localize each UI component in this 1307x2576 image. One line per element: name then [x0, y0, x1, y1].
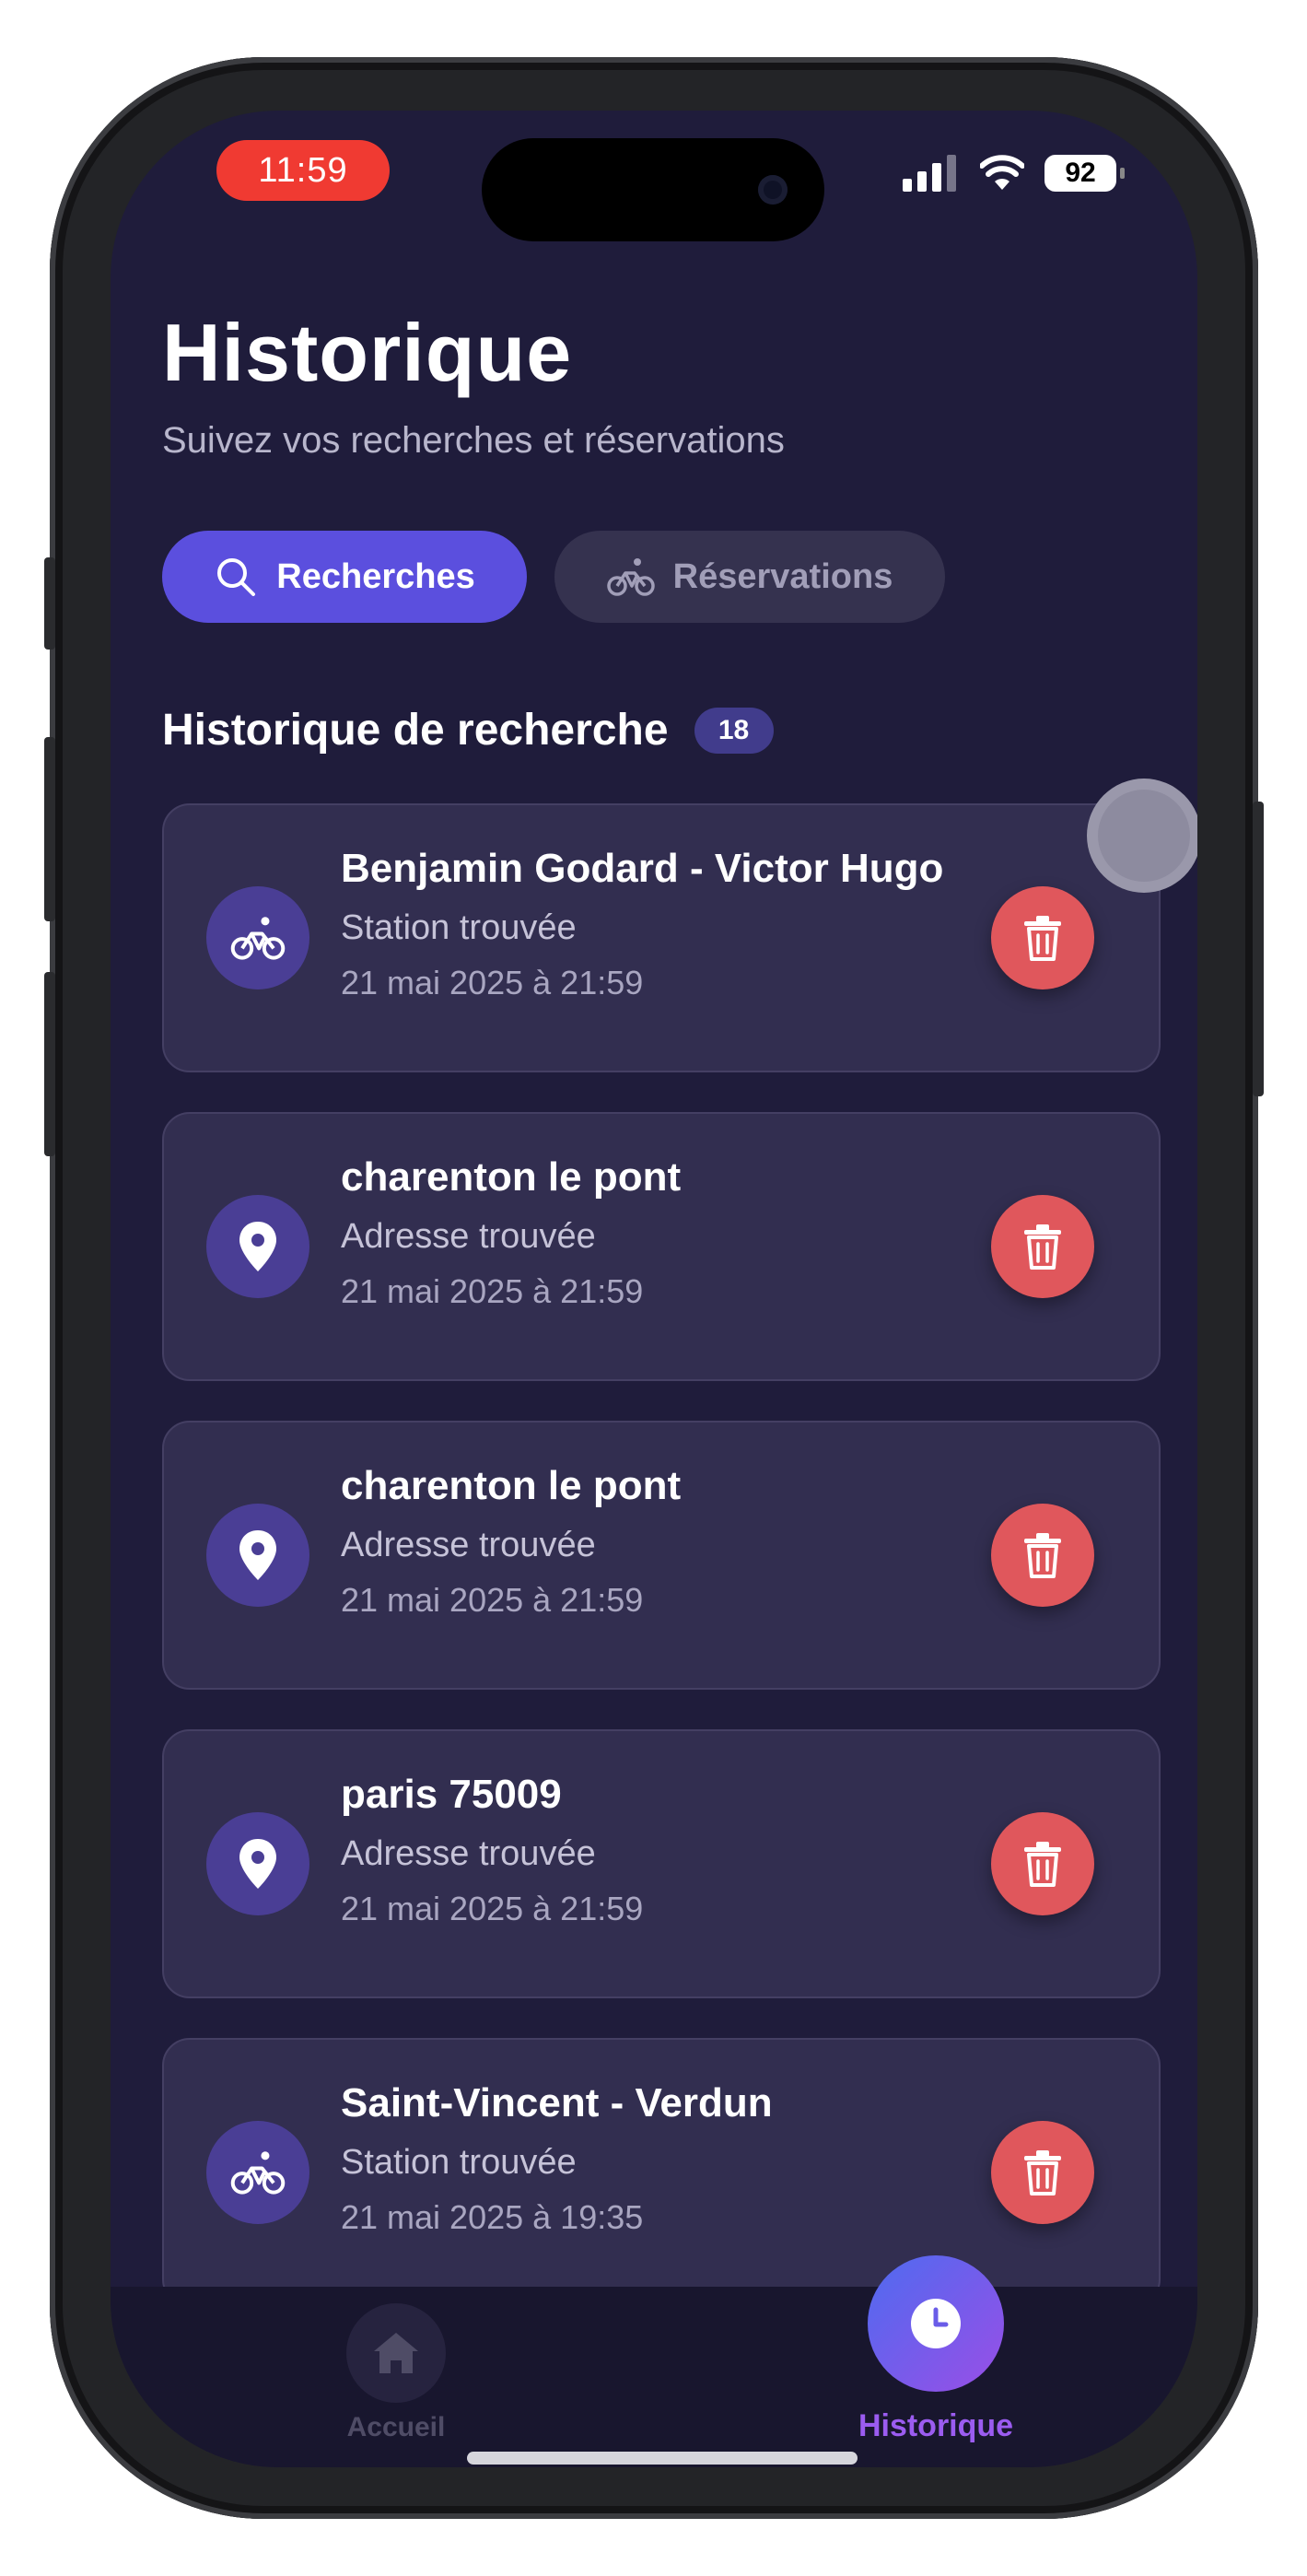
- bike-icon: [206, 886, 309, 989]
- signal-icon: [903, 155, 956, 192]
- history-item-date: 21 mai 2025 à 21:59: [341, 1272, 644, 1310]
- delete-button[interactable]: [991, 2121, 1094, 2224]
- location-pin-icon: [206, 1195, 309, 1298]
- touch-indicator: [1087, 779, 1197, 893]
- delete-button[interactable]: [991, 1812, 1094, 1915]
- camera-icon: [758, 175, 788, 205]
- app-screen: 11:59 92 Historique Suivez vos recherche…: [111, 111, 1197, 2467]
- history-item-date: 21 mai 2025 à 19:35: [341, 2198, 644, 2236]
- history-item-status: Adresse trouvée: [341, 1217, 596, 1256]
- history-item[interactable]: paris 75009 Adresse trouvée 21 mai 2025 …: [162, 1729, 1161, 1998]
- section-title-text: Historique de recherche: [162, 706, 669, 755]
- history-item-title: paris 75009: [341, 1772, 562, 1817]
- delete-button[interactable]: [991, 1504, 1094, 1607]
- history-item-date: 21 mai 2025 à 21:59: [341, 964, 644, 1001]
- count-badge: 18: [694, 707, 774, 754]
- trash-icon: [1024, 2150, 1061, 2195]
- history-item[interactable]: Benjamin Godard - Victor Hugo Station tr…: [162, 803, 1161, 1072]
- location-pin-icon: [206, 1504, 309, 1607]
- trash-icon: [1024, 1842, 1061, 1887]
- history-item-title: Saint-Vincent - Verdun: [341, 2080, 773, 2125]
- history-item-date: 21 mai 2025 à 21:59: [341, 1581, 644, 1619]
- tab-label: Recherches: [276, 556, 475, 596]
- history-item-date: 21 mai 2025 à 21:59: [341, 1890, 644, 1927]
- history-item-title: charenton le pont: [341, 1463, 682, 1508]
- history-item-title: Benjamin Godard - Victor Hugo: [341, 846, 944, 891]
- home-icon: [346, 2303, 446, 2403]
- delete-button[interactable]: [991, 1195, 1094, 1298]
- history-item-status: Station trouvée: [341, 2143, 577, 2182]
- history-item-title: charenton le pont: [341, 1154, 682, 1200]
- location-pin-icon: [206, 1812, 309, 1915]
- nav-item-historique[interactable]: Historique: [834, 2255, 1037, 2444]
- bike-icon: [606, 558, 655, 596]
- power-button: [1253, 802, 1264, 1096]
- bottom-tab-bar: Accueil Historique: [111, 2255, 1197, 2467]
- page-title: Historique: [162, 307, 573, 398]
- search-icon: [217, 558, 256, 596]
- dynamic-island: [482, 138, 824, 241]
- nav-label: Accueil: [346, 2412, 446, 2442]
- volume-up-button: [44, 737, 55, 921]
- home-indicator: [467, 2452, 858, 2465]
- page-subtitle: Suivez vos recherches et réservations: [162, 420, 785, 461]
- tab-reservations[interactable]: Réservations: [554, 531, 945, 623]
- trash-icon: [1024, 1224, 1061, 1270]
- history-item-status: Adresse trouvée: [341, 1526, 596, 1564]
- tab-label: Réservations: [672, 556, 893, 596]
- tab-recherches[interactable]: Recherches: [162, 531, 527, 623]
- status-indicators: 92: [903, 153, 1125, 193]
- clock-icon: [868, 2255, 1004, 2392]
- history-item[interactable]: charenton le pont Adresse trouvée 21 mai…: [162, 1421, 1161, 1690]
- wifi-icon: [980, 155, 1024, 190]
- history-item-status: Adresse trouvée: [341, 1834, 596, 1873]
- trash-icon: [1024, 1533, 1061, 1578]
- section-title: Historique de recherche 18: [162, 705, 774, 755]
- nav-item-accueil[interactable]: Accueil: [332, 2303, 461, 2443]
- delete-button[interactable]: [991, 886, 1094, 989]
- status-time: 11:59: [216, 140, 390, 201]
- action-button: [44, 557, 55, 650]
- bike-icon: [206, 2121, 309, 2224]
- trash-icon: [1024, 916, 1061, 961]
- volume-down-button: [44, 972, 55, 1156]
- history-item[interactable]: charenton le pont Adresse trouvée 21 mai…: [162, 1112, 1161, 1381]
- battery-indicator: 92: [1044, 155, 1125, 192]
- history-item-status: Station trouvée: [341, 908, 577, 947]
- nav-label: Historique: [858, 2408, 1014, 2443]
